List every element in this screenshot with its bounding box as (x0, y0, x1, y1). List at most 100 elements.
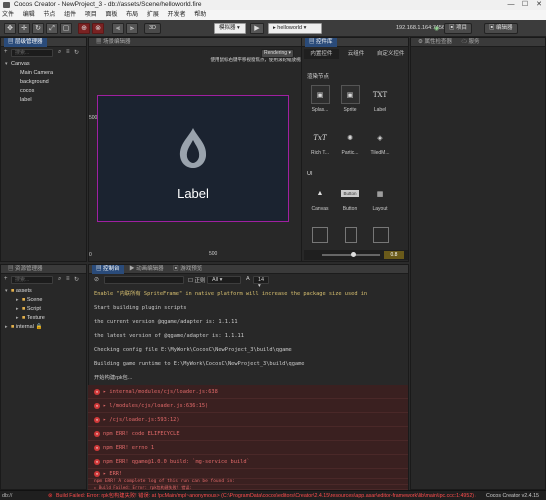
status-message[interactable]: Build Failed: Error: rpk包构建失败! 错误: at !p… (56, 491, 476, 500)
rect-tool-icon[interactable]: ▢ (60, 23, 72, 34)
rotate-tool-icon[interactable]: ↻ (32, 23, 44, 34)
font-size-select[interactable]: 14 ▾ (253, 276, 269, 289)
tree-node-label[interactable]: label (20, 97, 32, 103)
error-icon: ✕ (94, 458, 100, 465)
assets-add-icon[interactable]: + (4, 276, 8, 282)
layout-icon: ▦ (376, 190, 384, 198)
close-button[interactable]: ✕ (532, 0, 546, 10)
sort-icon[interactable]: ≡ (66, 49, 70, 55)
scene-select[interactable]: ▸ helloworld ▾ (268, 23, 322, 34)
menu-project[interactable]: 项目 (85, 12, 97, 18)
local-pivot-icon[interactable]: ⊕ (78, 23, 90, 34)
refresh-icon[interactable]: ↻ (74, 49, 79, 56)
log-level-select[interactable]: All ▾ (207, 276, 241, 284)
label-icon: TXT (372, 90, 388, 99)
error-icon: ✕ (94, 416, 100, 423)
tab-cloud[interactable]: 云组件 (339, 49, 374, 59)
rendering-button[interactable]: Rendering ▾ (261, 49, 294, 58)
hierarchy-search-input[interactable]: 搜索... (11, 49, 53, 57)
status-path: db:// (2, 493, 13, 499)
component-canvas[interactable]: ▲ Canvas (306, 184, 334, 212)
component-layout[interactable]: ▦ Layout (366, 184, 394, 213)
pageview-icon[interactable] (345, 227, 357, 243)
hierarchy-tab[interactable]: ▤ 层级管理器 (4, 38, 47, 47)
game-canvas-frame[interactable]: Label (97, 95, 289, 222)
menu-bar: 文件 编辑 节点 组件 项目 面板 布局 扩展 开发者 帮助 (0, 10, 546, 20)
scrollview-icon[interactable] (312, 227, 328, 243)
scene-editor-panel: ▦ 场景编辑器 使用鼠标右键平移视窗焦点，使用滚轮缩放视图 Rendering … (88, 37, 307, 262)
maximize-button[interactable]: ☐ (518, 0, 532, 10)
component-richtext[interactable]: TxT Rich T... (306, 128, 334, 157)
title-bar: Cocos Creator - NewProject_3 - db://asse… (0, 0, 546, 10)
assets-panel: ▤ 资源管理器 + 搜索... ⌕ ≡ ↻ ▾ ■ assets ▸ ■ Scene… (0, 264, 87, 490)
scene-tab[interactable]: ▦ 场景编辑器 (92, 38, 135, 47)
asset-folder-texture[interactable]: ▸ ■ Texture (16, 315, 45, 321)
menu-panel[interactable]: 面板 (105, 12, 117, 18)
assets-refresh-icon[interactable]: ↻ (74, 276, 79, 283)
add-icon[interactable]: + (4, 49, 8, 55)
editbox-icon[interactable] (373, 227, 389, 243)
tab-game-preview[interactable]: ▣ 游戏预览 (169, 265, 206, 274)
tab-custom[interactable]: 自定义控件 (373, 49, 408, 59)
component-sprite[interactable]: ▣ Sprite (336, 85, 364, 113)
zoom-slider-handle[interactable] (351, 252, 356, 257)
global-icon[interactable]: ⊗ (92, 23, 104, 34)
menu-component[interactable]: 组件 (64, 12, 76, 18)
log-error-line: ✕ npm ERR! code ELIFECYCLE (88, 427, 408, 441)
asset-folder-internal[interactable]: ▸ ■ internal 🔒 (5, 324, 42, 330)
asset-folder-scene[interactable]: ▸ ■ Scene (16, 297, 42, 303)
tree-node-main-camera[interactable]: Main Camera (20, 70, 53, 76)
menu-file[interactable]: 文件 (2, 12, 14, 18)
assets-search-input[interactable]: 搜索... (11, 276, 53, 284)
clear-console-icon[interactable]: ⊘ (94, 276, 99, 283)
tree-node-cocos[interactable]: cocos (20, 88, 34, 94)
section-ui: UI (307, 171, 313, 177)
menu-developer[interactable]: 开发者 (168, 12, 186, 18)
tab-animation[interactable]: ▶ 动画编辑器 (125, 265, 168, 274)
menu-extension[interactable]: 扩展 (147, 12, 159, 18)
log-error-line: ✕ npm ERR! errno 1 (88, 441, 408, 455)
tab-service[interactable]: ☁ 服务 (458, 38, 484, 47)
tab-builtin[interactable]: 内置控件 (304, 49, 339, 59)
regex-checkbox[interactable]: ☐ 正则 (188, 276, 205, 284)
align-left-icon[interactable]: ⫷ (112, 23, 124, 34)
component-splash[interactable]: ▣ Splas... (306, 85, 334, 113)
tree-node-background[interactable]: background (20, 79, 49, 85)
assets-tab[interactable]: ▤ 资源管理器 (4, 265, 47, 274)
align-right-icon[interactable]: ⫸ (126, 23, 138, 34)
particle-icon: ✺ (347, 134, 353, 142)
folder-icon: ■ (22, 315, 26, 321)
tree-node-canvas[interactable]: ▾ Canvas (5, 61, 30, 67)
scale-tool-icon[interactable]: ⤢ (46, 23, 58, 34)
open-project-button[interactable]: ▣ 项目 (444, 23, 473, 34)
menu-edit[interactable]: 编辑 (23, 12, 35, 18)
assets-sort-icon[interactable]: ≡ (66, 276, 70, 282)
menu-node[interactable]: 节点 (43, 12, 55, 18)
tab-inspector[interactable]: ⚙ 属性检查器 (414, 38, 456, 47)
component-label[interactable]: TXT Label (366, 85, 394, 114)
hand-tool-icon[interactable]: ✥ (4, 23, 16, 34)
component-tiledmap[interactable]: ◈ TiledM... (366, 128, 394, 157)
controls-tab[interactable]: ▤ 控件库 (305, 38, 337, 47)
asset-folder-script[interactable]: ▸ ■ Script (16, 306, 41, 312)
search-icon[interactable]: ⌕ (58, 49, 61, 56)
play-icon[interactable]: ▶ (250, 23, 264, 34)
menu-help[interactable]: 帮助 (194, 12, 206, 18)
tiledmap-icon: ◈ (377, 134, 383, 142)
component-button[interactable]: Button Button (336, 184, 364, 212)
preview-mode-select[interactable]: 模拟器 ▾ (214, 23, 246, 34)
console-filter-input[interactable] (104, 276, 184, 284)
component-particle[interactable]: ✺ Partic... (336, 128, 364, 157)
tab-console[interactable]: ▤ 控制台 (92, 265, 124, 274)
error-icon: ✕ (94, 470, 100, 477)
asset-folder-assets[interactable]: ▾ ■ assets (5, 288, 32, 294)
assets-search-icon[interactable]: ⌕ (58, 276, 61, 283)
version-label: Cocos Creator v2.4.15 (484, 491, 539, 500)
zoom-value[interactable]: 0.8 (384, 251, 404, 259)
inspector-panel: ⚙ 属性检查器 ☁ 服务 (410, 37, 546, 490)
minimize-button[interactable]: — (504, 0, 518, 10)
open-editor-button[interactable]: ▣ 编辑器 (484, 23, 518, 34)
menu-layout[interactable]: 布局 (126, 12, 138, 18)
move-tool-icon[interactable]: ✛ (18, 23, 30, 34)
3d-toggle-button[interactable]: 3D (144, 23, 162, 34)
